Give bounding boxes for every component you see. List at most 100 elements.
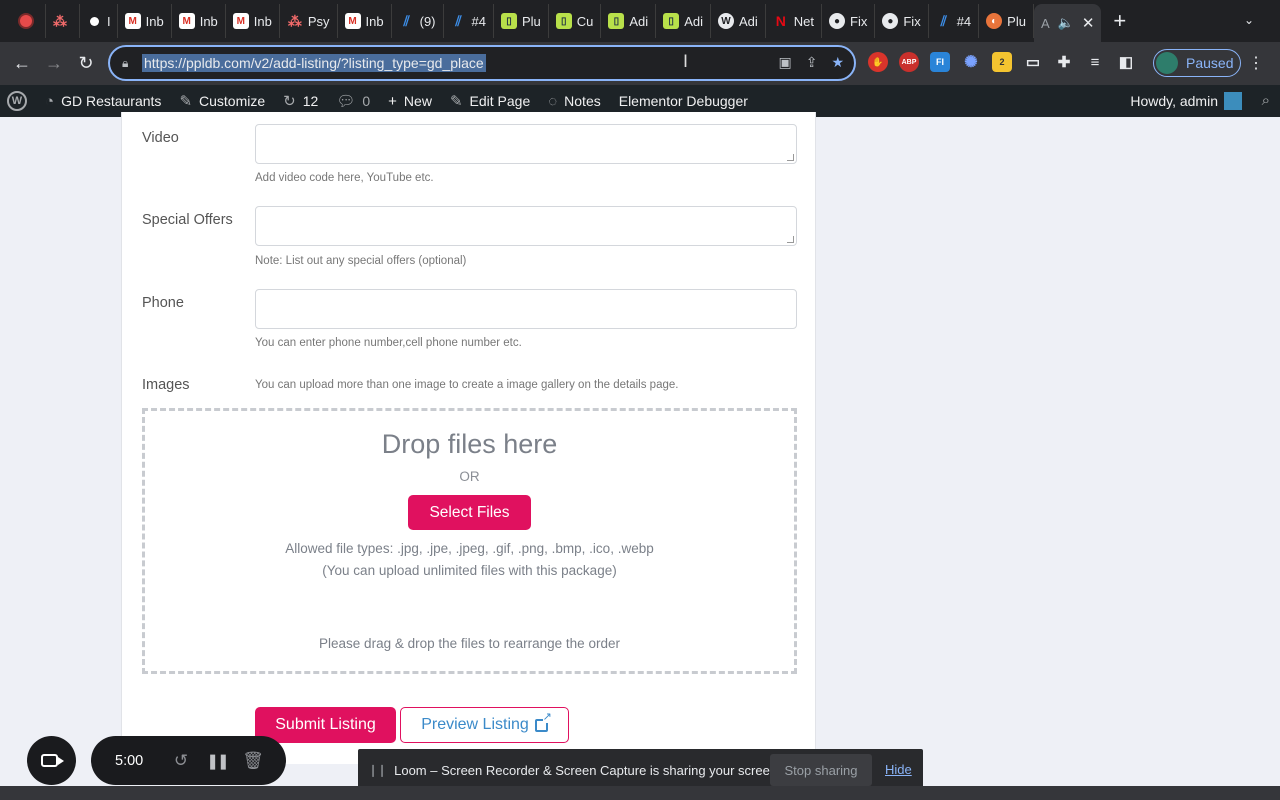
browser-tab[interactable]: N Net xyxy=(766,4,823,38)
reload-button[interactable]: ↻ xyxy=(70,53,102,74)
page-content: Video Add video code here, YouTube etc. … xyxy=(0,112,1280,800)
back-button[interactable]: ← xyxy=(6,53,38,74)
plugin-icon: ▯ xyxy=(555,13,572,29)
drag-handle-icon[interactable]: ❘❘ xyxy=(368,763,387,777)
browser-tab[interactable]: M Inb xyxy=(118,4,172,38)
search-icon[interactable]: ⌕ xyxy=(1262,92,1270,109)
image-dropzone[interactable]: Drop files here OR Select Files Allowed … xyxy=(142,408,797,674)
gmail-icon: M xyxy=(178,13,195,29)
pause-icon[interactable]: ❚❚ xyxy=(199,752,235,770)
video-label: Video xyxy=(142,130,179,146)
tab-label: Cu xyxy=(576,13,594,29)
browser-tab[interactable] xyxy=(12,4,46,38)
restart-icon[interactable]: ↺ xyxy=(163,751,199,771)
browser-tab[interactable]: ▯ Cu xyxy=(549,4,602,38)
extensions-area: ✋ ABP FI ✺ 2 ▭ ✚ ≡ ◧ xyxy=(868,52,1136,72)
tab-search-icon[interactable]: ⌄ xyxy=(1244,13,1254,27)
extension-stop-icon[interactable]: ✋ xyxy=(868,52,888,72)
wordpress-logo[interactable]: W xyxy=(0,85,36,117)
browser-menu-icon[interactable]: ⋮ xyxy=(1248,53,1264,73)
browser-tab[interactable]: ● Fix xyxy=(875,4,929,38)
tab-label: #4 xyxy=(956,13,972,29)
tab-list: ⁂ I M Inb M Inb M Inb ⁂ Psy M Inb ⫽ (9) ⫽ #4 ▯ Plu ▯ Cu ▯ Adi… xyxy=(12,4,1034,38)
phone-label: Phone xyxy=(142,295,184,311)
tab-active[interactable]: A 🔈 ✕ xyxy=(1033,4,1102,42)
tab-label: Inb xyxy=(199,13,218,29)
browser-tab[interactable]: ● Fix xyxy=(822,4,876,38)
video-note: Add video code here, YouTube etc. xyxy=(255,172,434,184)
browser-tab[interactable]: ▯ Adi xyxy=(656,4,711,38)
address-bar[interactable]: 🔒︎ https://ppldb.com/v2/add-listing/?lis… xyxy=(108,45,856,81)
phone-input[interactable] xyxy=(255,289,797,329)
hide-share-bar-link[interactable]: Hide xyxy=(885,762,912,777)
browser-tab[interactable]: ⫽ (9) xyxy=(392,4,444,38)
tab-label: Adi xyxy=(684,13,703,29)
extension-notes-icon[interactable]: 2 xyxy=(992,52,1012,72)
share-icon[interactable]: ⇪ xyxy=(806,54,818,71)
special-offers-textarea[interactable] xyxy=(255,206,797,246)
resize-handle-icon[interactable] xyxy=(787,236,794,243)
allowed-file-types: Allowed file types: .jpg, .jpe, .jpeg, .… xyxy=(285,541,654,556)
browser-tab[interactable]: ▯ Adi xyxy=(601,4,657,38)
browser-tab[interactable]: ⁂ xyxy=(46,4,80,38)
stop-sharing-button[interactable]: Stop sharing xyxy=(770,754,872,786)
browser-toolbar: ← → ↻ 🔒︎ https://ppldb.com/v2/add-listin… xyxy=(0,42,1280,85)
tab-label: Psy xyxy=(307,13,330,29)
wordpress-icon: W xyxy=(7,91,27,111)
video-textarea[interactable] xyxy=(255,124,797,164)
browser-tab[interactable]: I xyxy=(80,4,118,38)
drop-files-title: Drop files here xyxy=(381,429,558,459)
recording-icon xyxy=(18,13,34,29)
select-files-button[interactable]: Select Files xyxy=(408,495,531,530)
zenhub-icon: ⫽ xyxy=(940,12,947,29)
browser-tab[interactable]: M Inb xyxy=(226,4,280,38)
tab-label: Plu xyxy=(521,13,541,29)
browser-tab[interactable]: ⫽ #4 xyxy=(929,4,980,38)
bookmark-star-icon[interactable]: ★ xyxy=(831,54,844,71)
upload-limit-note: (You can upload unlimited files with thi… xyxy=(322,563,617,578)
extensions-puzzle-icon[interactable]: ✚ xyxy=(1054,52,1074,72)
gmail-icon: M xyxy=(124,13,141,29)
edit-page-label: Edit Page xyxy=(469,93,531,109)
new-label: New xyxy=(403,93,432,109)
lock-icon[interactable]: 🔒︎ xyxy=(122,56,138,71)
browser-tab[interactable]: M Inb xyxy=(338,4,392,38)
images-label: Images xyxy=(142,377,190,393)
preview-listing-label: Preview Listing xyxy=(421,716,529,733)
picture-in-picture-icon[interactable]: ▭ xyxy=(1023,52,1043,72)
recording-timer: 5:00 xyxy=(115,752,144,769)
media-control-icon[interactable]: ≡ xyxy=(1085,52,1105,72)
special-offers-label: Special Offers xyxy=(142,212,233,228)
loom-camera-button[interactable] xyxy=(27,736,76,785)
elementor-debugger-label: Elementor Debugger xyxy=(618,93,748,109)
notes-label: Notes xyxy=(564,93,601,109)
gmail-icon: M xyxy=(232,13,249,29)
browser-tab[interactable]: ⫽ #4 xyxy=(444,4,494,38)
plus-icon: + xyxy=(388,92,397,110)
side-panel-icon[interactable]: ◧ xyxy=(1116,52,1136,72)
extension-gear-icon[interactable]: ✺ xyxy=(961,52,981,72)
forward-button[interactable]: → xyxy=(38,53,70,74)
close-tab-icon[interactable]: ✕ xyxy=(1082,14,1095,32)
url-text[interactable]: https://ppldb.com/v2/add-listing/?listin… xyxy=(142,54,486,72)
browser-tab[interactable]: ⁂ Psy xyxy=(280,4,338,38)
profile-button[interactable]: Paused xyxy=(1153,49,1241,77)
tab-label: Adi xyxy=(738,13,758,29)
preview-listing-button[interactable]: Preview Listing xyxy=(400,707,569,743)
browser-tab[interactable]: W Adi xyxy=(711,4,766,38)
browser-tab[interactable]: ◐ Plu xyxy=(979,4,1034,38)
account-menu[interactable]: Howdy, admin xyxy=(1130,85,1242,117)
blocked-popup-icon[interactable]: ▣ xyxy=(778,54,791,71)
adblock-plus-icon[interactable]: ABP xyxy=(899,52,919,72)
new-tab-button[interactable]: + xyxy=(1113,8,1126,34)
howdy-label: Howdy, admin xyxy=(1130,93,1218,109)
tab-label: (9) xyxy=(419,13,436,29)
submit-listing-button[interactable]: Submit Listing xyxy=(255,707,396,743)
audio-icon[interactable]: 🔈 xyxy=(1058,15,1074,31)
extension-fi-icon[interactable]: FI xyxy=(930,52,950,72)
browser-tab[interactable]: M Inb xyxy=(172,4,226,38)
browser-tab[interactable]: ▯ Plu xyxy=(494,4,549,38)
plugin-icon: ▯ xyxy=(663,13,680,29)
resize-handle-icon[interactable] xyxy=(787,154,794,161)
delete-icon[interactable]: 🗑︎ xyxy=(235,751,271,771)
